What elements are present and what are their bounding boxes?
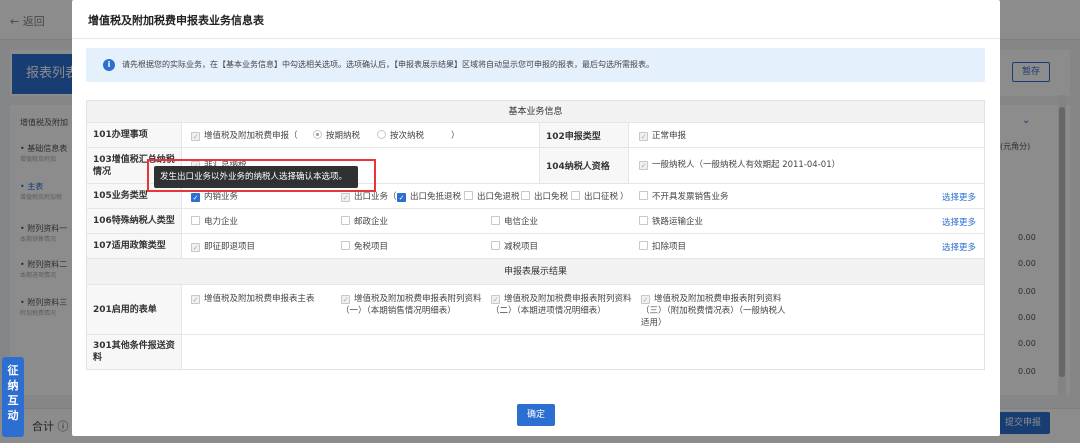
taxpayer-qualification[interactable]: ✓ 一般纳税人（一般纳税人有效期起 2011-04-01） (639, 159, 840, 171)
select-more-link[interactable]: 选择更多 (942, 191, 976, 203)
radio-per-time[interactable]: 按次纳税 (377, 130, 424, 142)
checkbox[interactable]: ✓ (191, 295, 200, 304)
checkbox[interactable] (464, 191, 473, 200)
checkbox[interactable]: ✓ (397, 193, 406, 202)
select-more-link[interactable]: 选择更多 (942, 216, 976, 228)
checkbox[interactable] (191, 216, 200, 225)
business-info-modal: 增值税及附加税费申报表业务信息表 i 请先根据您的实际业务，在【基本业务信息】中… (72, 0, 1000, 436)
no-invoice-sales-checkbox[interactable]: 不开具发票销售业务 (639, 191, 729, 203)
checkbox[interactable] (341, 216, 350, 225)
confirm-button[interactable]: 确定 (517, 404, 555, 426)
form-schedule-2-checkbox[interactable]: ✓ 增值税及附加税费申报表附列资料（二）（本期进项情况明细表） (491, 293, 639, 317)
checkbox[interactable]: ✓ (641, 295, 650, 304)
section-header-result: 申报表展示结果 (87, 259, 984, 285)
info-icon: i (103, 59, 115, 71)
row-201: 201启用的表单 ✓ 增值税及附加税费申报表主表 ✓ 增值税及附加税费申报表附列资料… (87, 285, 984, 335)
form-main-checkbox[interactable]: ✓ 增值税及附加税费申报表主表 (191, 293, 339, 305)
checkbox[interactable] (571, 191, 580, 200)
radio[interactable] (377, 130, 386, 139)
checkbox[interactable]: ✓ (341, 193, 350, 202)
radio[interactable] (313, 130, 322, 139)
select-more-link[interactable]: 选择更多 (942, 241, 976, 253)
notice-banner: i 请先根据您的实际业务，在【基本业务信息】中勾选相关选项。选项确认后，【申报表… (86, 48, 985, 82)
checkbox[interactable] (639, 216, 648, 225)
checkbox[interactable] (491, 216, 500, 225)
export-exempt-refund-checkbox[interactable]: 出口免退税 (464, 191, 520, 203)
row-label: 104纳税人资格 (539, 148, 629, 183)
railway-enterprise-checkbox[interactable]: 铁路运输企业 (639, 216, 703, 228)
form-schedule-3-checkbox[interactable]: ✓ 增值税及附加税费申报表附列资料（三）（附加税费情况表）（一般纳税人适用） (641, 293, 789, 329)
checkbox[interactable]: ✓ (191, 243, 200, 252)
row-101: 101办理事项 ✓ 增值税及附加税费申报（ 按期纳税 按次纳税 ） 102申报类型… (87, 123, 984, 148)
row-label: 201启用的表单 (87, 285, 182, 334)
row-label: 101办理事项 (87, 123, 182, 147)
checkbox[interactable] (521, 191, 530, 200)
export-exempt-checkbox[interactable]: 出口免税 (521, 191, 568, 203)
form-schedule-1-checkbox[interactable]: ✓ 增值税及附加税费申报表附列资料（一）（本期销售情况明细表） (341, 293, 489, 317)
postal-enterprise-checkbox[interactable]: 邮政企业 (341, 216, 388, 228)
declaration-item[interactable]: ✓ 增值税及附加税费申报（ (191, 130, 298, 142)
row-label: 106特殊纳税人类型 (87, 209, 182, 233)
interaction-tab-label: 征纳互动 (7, 364, 19, 422)
business-info-table: 基本业务信息 101办理事项 ✓ 增值税及附加税费申报（ 按期纳税 按次纳税 ） … (86, 100, 985, 370)
export-business-checkbox[interactable]: ✓ 出口业务（ (341, 191, 397, 203)
row-107: 107适用政策类型 ✓ 即征即退项目 免税项目 减税项目 扣除项目 选择更多 (87, 234, 984, 259)
checkbox[interactable] (491, 241, 500, 250)
row-301: 301其他条件报送资料 (87, 335, 984, 369)
deduction-checkbox[interactable]: 扣除项目 (639, 241, 686, 253)
radio-periodic[interactable]: 按期纳税 (313, 130, 360, 142)
divider (72, 38, 1000, 39)
telecom-enterprise-checkbox[interactable]: 电信企业 (491, 216, 538, 228)
declaration-type[interactable]: ✓ 正常申报 (639, 130, 686, 142)
row-106: 106特殊纳税人类型 电力企业 邮政企业 电信企业 铁路运输企业 选择更多 (87, 209, 984, 234)
row-label: 107适用政策类型 (87, 234, 182, 258)
immediate-refund-checkbox[interactable]: ✓ 即征即退项目 (191, 241, 255, 253)
checkbox[interactable]: ✓ (341, 295, 350, 304)
row-label: 102申报类型 (539, 123, 629, 147)
domestic-sales-checkbox[interactable]: ✓ 内销业务 (191, 191, 238, 203)
checkbox[interactable]: ✓ (491, 295, 500, 304)
row-label: 301其他条件报送资料 (87, 335, 182, 369)
checkbox[interactable] (639, 191, 648, 200)
interaction-tab[interactable]: 征纳互动 (2, 357, 24, 437)
checkbox[interactable] (341, 241, 350, 250)
checkbox[interactable]: ✓ (191, 193, 200, 202)
checkbox[interactable] (639, 241, 648, 250)
modal-title: 增值税及附加税费申报表业务信息表 (88, 14, 264, 27)
power-enterprise-checkbox[interactable]: 电力企业 (191, 216, 238, 228)
checkbox[interactable]: ✓ (639, 161, 648, 170)
export-refund-checkbox[interactable]: ✓ 出口免抵退税 (397, 191, 461, 203)
paren-close: ） (451, 131, 460, 141)
export-levy-checkbox[interactable]: 出口征税 (571, 191, 618, 203)
paren-close: ） (620, 192, 629, 202)
tax-exempt-checkbox[interactable]: 免税项目 (341, 241, 388, 253)
highlight-box (147, 159, 376, 192)
section-header-basic: 基本业务信息 (87, 101, 984, 123)
checkbox[interactable]: ✓ (639, 132, 648, 141)
checkbox[interactable]: ✓ (191, 132, 200, 141)
notice-text: 请先根据您的实际业务，在【基本业务信息】中勾选相关选项。选项确认后，【申报表展示… (122, 60, 654, 69)
tax-reduction-checkbox[interactable]: 减税项目 (491, 241, 538, 253)
